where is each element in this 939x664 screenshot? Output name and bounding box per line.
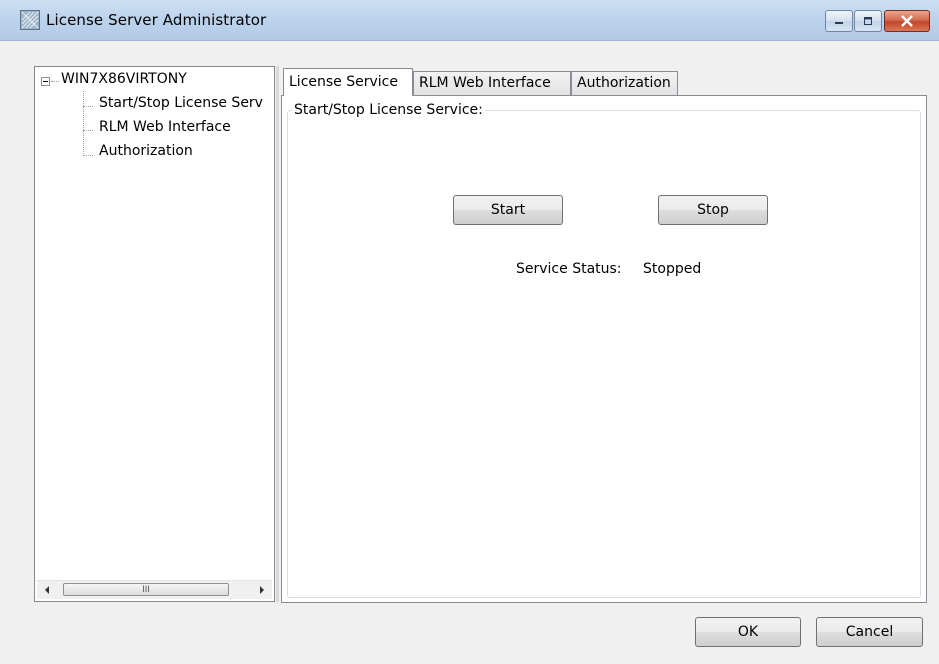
tree-root-node[interactable]: WIN7X86VIRTONY	[61, 71, 187, 87]
navigation-tree[interactable]: WIN7X86VIRTONY Start/Stop License Serv R…	[34, 66, 275, 602]
tree-item-rlm-web-interface[interactable]: RLM Web Interface	[99, 119, 231, 135]
tree-connector	[83, 130, 93, 131]
scroll-left-icon[interactable]	[41, 584, 53, 596]
stop-button[interactable]: Stop	[658, 195, 768, 225]
start-button[interactable]: Start	[453, 195, 563, 225]
close-button[interactable]	[884, 10, 930, 32]
tab-authorization[interactable]: Authorization	[571, 71, 678, 95]
group-title: Start/Stop License Service:	[292, 102, 485, 118]
horizontal-scrollbar[interactable]: III	[37, 580, 272, 599]
maximize-button[interactable]	[854, 10, 882, 32]
start-stop-groupbox: Start Stop Service Status: Stopped	[287, 110, 921, 598]
cancel-button[interactable]: Cancel	[816, 617, 923, 647]
minimize-icon	[833, 16, 845, 26]
title-bar[interactable]: License Server Administrator	[0, 0, 939, 41]
window-title: License Server Administrator	[46, 11, 267, 29]
service-status-value: Stopped	[643, 261, 702, 277]
tree-connector	[83, 106, 93, 107]
license-server-app-icon	[20, 10, 40, 30]
tree-item-authorization[interactable]: Authorization	[99, 143, 193, 159]
license-server-window: License Server Administrator WIN7X86VIRT…	[0, 0, 939, 664]
tree-item-start-stop[interactable]: Start/Stop License Serv	[99, 95, 263, 111]
tree-connector	[83, 155, 93, 156]
license-service-panel: Start/Stop License Service: Start Stop S…	[281, 95, 927, 603]
pane-splitter[interactable]	[276, 66, 279, 602]
tree-connector	[83, 91, 84, 156]
collapse-expander-icon[interactable]	[41, 77, 50, 86]
scroll-right-icon[interactable]	[256, 584, 268, 596]
close-icon	[900, 15, 914, 27]
tab-rlm-web-interface[interactable]: RLM Web Interface	[413, 71, 571, 95]
tree-connector	[51, 81, 59, 82]
minimize-button[interactable]	[825, 10, 853, 32]
scrollbar-thumb[interactable]: III	[63, 583, 229, 596]
tab-license-service[interactable]: License Service	[283, 68, 413, 96]
maximize-icon	[862, 16, 874, 26]
service-status-label: Service Status:	[516, 261, 622, 277]
ok-button[interactable]: OK	[695, 617, 801, 647]
